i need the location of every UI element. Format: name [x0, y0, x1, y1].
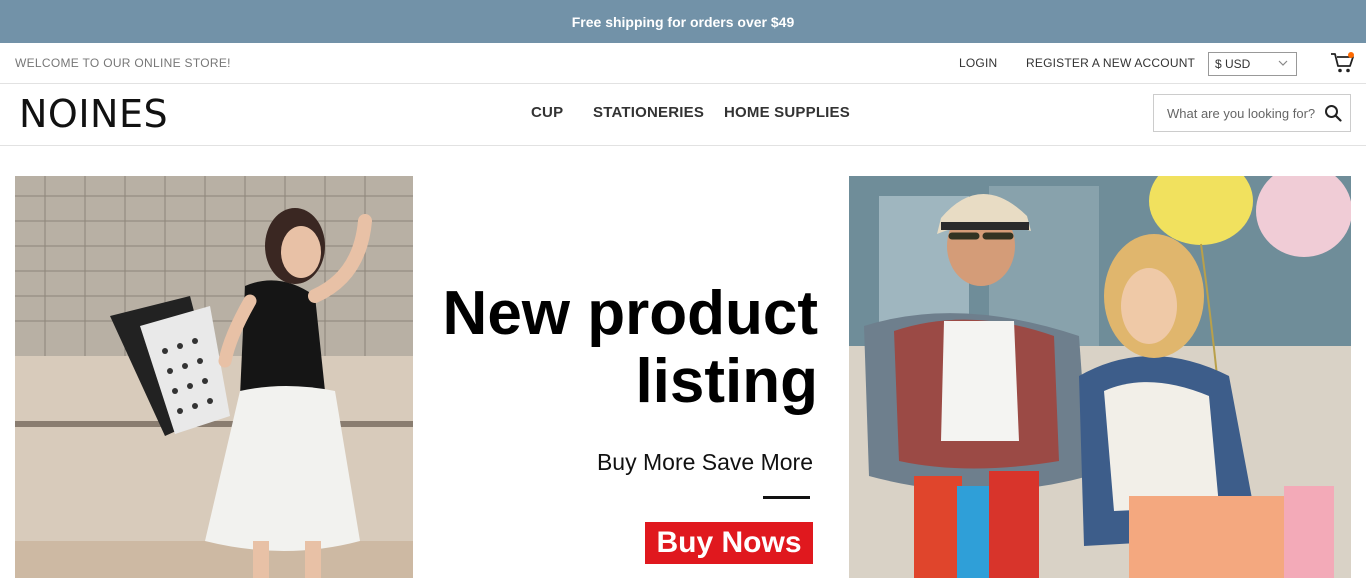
welcome-message: WELCOME TO OUR ONLINE STORE! — [15, 56, 231, 70]
register-link[interactable]: REGISTER A NEW ACCOUNT — [1026, 56, 1195, 70]
hero-banner: New product listing Buy More Save More B… — [0, 176, 1366, 578]
hero-image-woman-shopping — [15, 176, 413, 578]
main-header: NOINES CUP STATIONERIES HOME SUPPLIES — [0, 84, 1366, 146]
nav-item-cup[interactable]: CUP — [531, 104, 563, 121]
login-link[interactable]: LOGIN — [959, 56, 997, 70]
hero-subtitle: Buy More Save More — [596, 449, 813, 475]
couple-shopping-illustration — [849, 176, 1351, 578]
hero-title: New product listing — [418, 280, 818, 416]
hero-image-couple-shopping — [849, 176, 1351, 578]
search-input[interactable] — [1154, 95, 1319, 131]
search-box — [1153, 94, 1351, 132]
hero-divider — [763, 496, 810, 499]
nav-item-stationeries[interactable]: STATIONERIES — [593, 104, 704, 121]
announcement-text: Free shipping for orders over $49 — [571, 13, 795, 30]
cart-icon[interactable] — [1329, 51, 1355, 75]
search-icon[interactable] — [1324, 104, 1342, 122]
hero-title-line1: New product — [442, 279, 818, 348]
top-utility-bar: WELCOME TO OUR ONLINE STORE! LOGIN REGIS… — [0, 43, 1366, 84]
currency-value: $ USD — [1215, 57, 1251, 71]
announcement-bar: Free shipping for orders over $49 — [0, 0, 1366, 43]
buy-now-button[interactable]: Buy Nows — [645, 522, 813, 564]
woman-shopping-illustration — [15, 176, 413, 578]
chevron-down-icon — [1278, 60, 1288, 66]
currency-select[interactable]: $ USD — [1208, 52, 1297, 76]
nav-item-home-supplies[interactable]: HOME SUPPLIES — [724, 104, 850, 121]
hero-title-line2: listing — [635, 347, 818, 416]
cart-badge — [1348, 52, 1354, 58]
